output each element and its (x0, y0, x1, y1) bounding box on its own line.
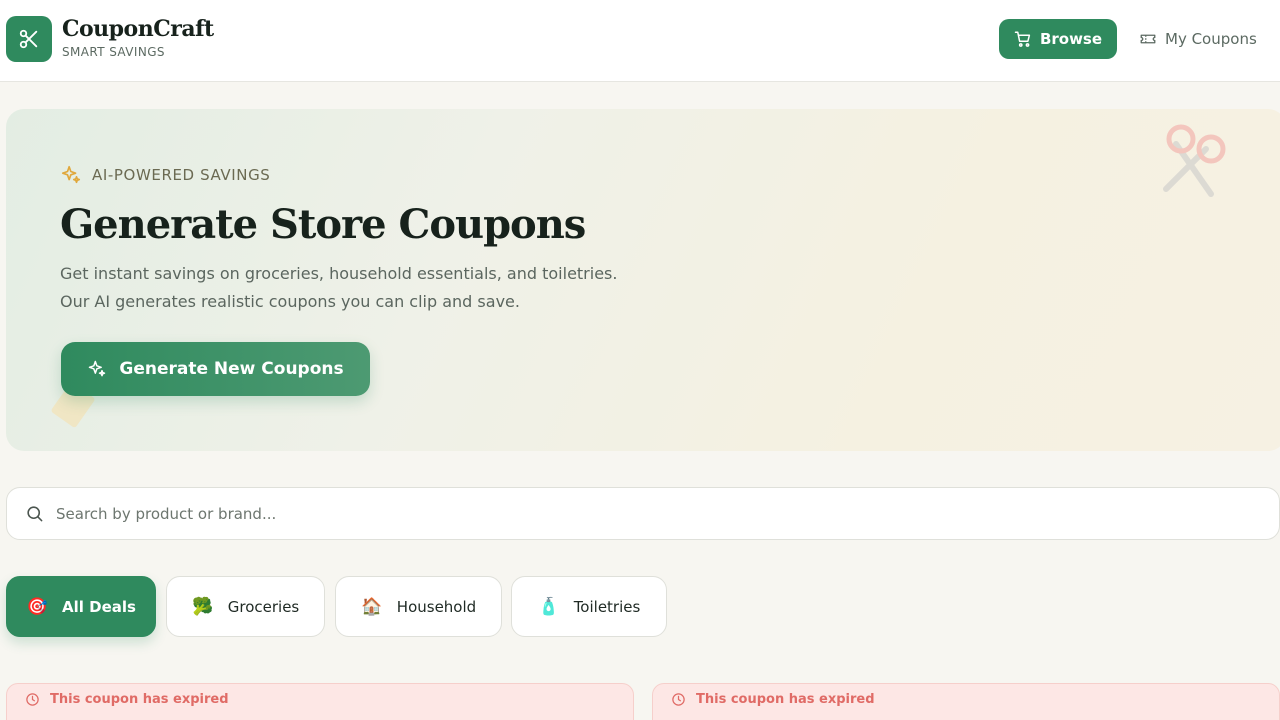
expired-label: This coupon has expired (696, 692, 875, 707)
hero-description: Get instant savings on groceries, househ… (60, 260, 760, 316)
browse-button[interactable]: Browse (999, 19, 1117, 59)
ticket-icon (1140, 34, 1156, 44)
lotion-bottle-icon: 🧴 (538, 596, 560, 617)
app-header: CouponCraft SMART SAVINGS Browse My Coup… (0, 0, 1280, 82)
sparkle-icon (61, 165, 81, 184)
clock-icon (672, 693, 685, 706)
search-icon (25, 504, 44, 523)
hero-description-line-2: Our AI generates realistic coupons you c… (60, 292, 520, 311)
sparkle-icon (89, 360, 106, 377)
target-icon: 🎯 (26, 596, 48, 617)
cart-icon (1014, 31, 1031, 47)
brand-name: CouponCraft (62, 16, 214, 42)
clock-icon (26, 693, 39, 706)
hero-banner: AI-POWERED SAVINGS Generate Store Coupon… (6, 109, 1280, 451)
scissors-decoration-icon (1163, 124, 1226, 197)
page-title: Generate Store Coupons (60, 201, 586, 248)
category-label: Toiletries (573, 597, 641, 616)
scissors-icon (19, 29, 38, 49)
house-icon: 🏠 (361, 596, 383, 617)
generate-coupons-button[interactable]: Generate New Coupons (61, 342, 370, 396)
category-chip-all-deals[interactable]: 🎯 All Deals (6, 576, 156, 637)
expired-banner: This coupon has expired (25, 692, 229, 707)
hero-description-line-1: Get instant savings on groceries, househ… (60, 264, 618, 283)
coupon-card[interactable]: This coupon has expired (6, 683, 634, 720)
expired-banner: This coupon has expired (671, 692, 875, 707)
generate-coupons-label: Generate New Coupons (119, 359, 344, 379)
expired-label: This coupon has expired (50, 692, 229, 707)
browse-label: Browse (1039, 30, 1103, 48)
my-coupons-link[interactable]: My Coupons (1139, 19, 1257, 59)
category-chip-groceries[interactable]: 🥦 Groceries (166, 576, 325, 637)
logo[interactable] (6, 16, 52, 62)
category-label: Household (396, 597, 477, 616)
coupon-card[interactable]: This coupon has expired (652, 683, 1280, 720)
search-input[interactable] (56, 504, 1206, 523)
hero-tag: AI-POWERED SAVINGS (60, 164, 270, 186)
category-chip-toiletries[interactable]: 🧴 Toiletries (511, 576, 667, 637)
broccoli-icon: 🥦 (192, 596, 214, 617)
my-coupons-label: My Coupons (1165, 30, 1257, 48)
search-bar (6, 487, 1280, 540)
category-chip-household[interactable]: 🏠 Household (335, 576, 502, 637)
category-label: All Deals (62, 597, 136, 616)
hero-tag-label: AI-POWERED SAVINGS (92, 166, 271, 184)
category-label: Groceries (227, 597, 300, 616)
brand-tagline: SMART SAVINGS (62, 45, 165, 59)
